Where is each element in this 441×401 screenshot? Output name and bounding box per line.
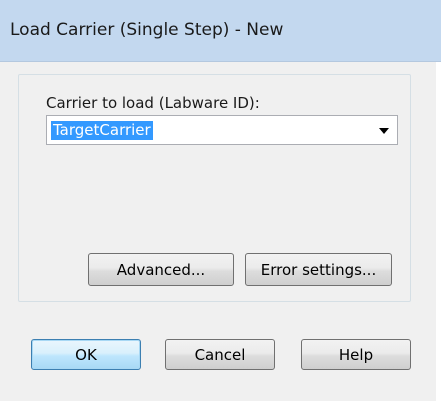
carrier-combobox[interactable]: TargetCarrier	[46, 115, 398, 145]
carrier-value[interactable]: TargetCarrier	[51, 121, 153, 140]
carrier-label: Carrier to load (Labware ID):	[46, 94, 260, 112]
window-title: Load Carrier (Single Step) - New	[10, 20, 284, 40]
cancel-button[interactable]: Cancel	[165, 339, 275, 370]
window-edge	[436, 62, 441, 401]
chevron-down-icon[interactable]	[379, 128, 389, 134]
ok-button[interactable]: OK	[31, 339, 141, 370]
title-bar[interactable]: Load Carrier (Single Step) - New	[0, 0, 441, 62]
dialog-window: Load Carrier (Single Step) - New Carrier…	[0, 0, 441, 401]
advanced-button[interactable]: Advanced...	[88, 253, 234, 286]
help-button[interactable]: Help	[301, 339, 411, 370]
error-settings-button[interactable]: Error settings...	[245, 253, 392, 286]
